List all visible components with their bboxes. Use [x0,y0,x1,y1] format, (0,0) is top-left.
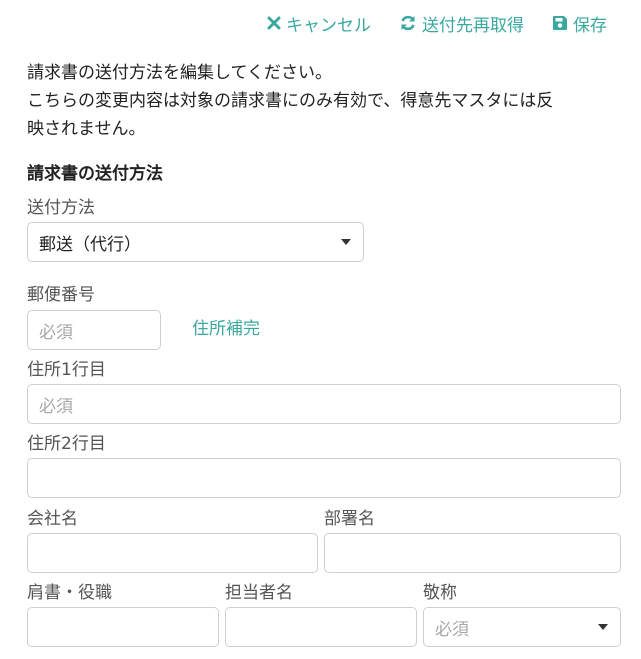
delivery-method-label: 送付方法 [27,198,95,218]
section-title: 請求書の送付方法 [27,164,163,184]
postal-code-input[interactable]: 必須 [27,310,161,350]
toolbar: キャンセル 送付先再取得 保存 [267,10,607,36]
postal-code-label: 郵便番号 [27,285,95,305]
floppy-disk-icon [553,16,567,30]
cancel-button-label: キャンセル [286,15,371,36]
job-title-label: 肩書・役職 [27,583,112,603]
person-name-input[interactable] [225,607,417,647]
close-icon [267,16,281,30]
delivery-method-select[interactable]: 郵送（代行） [27,222,364,262]
delivery-method-value: 郵送（代行） [39,234,141,255]
refresh-icon [401,15,415,31]
refresh-destination-label: 送付先再取得 [422,15,524,36]
refresh-destination-button[interactable]: 送付先再取得 [399,11,524,36]
honorific-select[interactable]: 必須 [423,607,621,647]
company-input[interactable] [27,533,318,573]
instruction-line-1: 請求書の送付方法を編集してください。 [27,63,332,83]
address2-input[interactable] [27,458,621,498]
honorific-label: 敬称 [423,583,457,603]
address2-label: 住所2行目 [27,434,106,454]
honorific-placeholder: 必須 [435,619,469,640]
instruction-text: 請求書の送付方法を編集してください。 こちらの変更内容は対象の請求書にのみ有効で… [27,59,622,143]
address1-input[interactable]: 必須 [27,384,621,424]
caret-down-icon [341,239,351,245]
instruction-line-3: 映されません。 [27,119,146,139]
person-name-label: 担当者名 [225,583,293,603]
save-button-label: 保存 [573,15,607,36]
instruction-line-2: こちらの変更内容は対象の請求書にのみ有効で、得意先マスタには反 [27,91,554,111]
caret-down-icon [598,624,608,630]
postal-code-placeholder: 必須 [39,322,73,343]
company-label: 会社名 [27,509,78,529]
address1-label: 住所1行目 [27,360,106,380]
department-input[interactable] [324,533,621,573]
department-label: 部署名 [324,509,375,529]
address1-placeholder: 必須 [39,396,73,417]
job-title-input[interactable] [27,607,219,647]
save-button[interactable]: 保存 [552,11,607,36]
address-autofill-link[interactable]: 住所補完 [192,317,260,341]
cancel-button[interactable]: キャンセル [267,11,371,36]
